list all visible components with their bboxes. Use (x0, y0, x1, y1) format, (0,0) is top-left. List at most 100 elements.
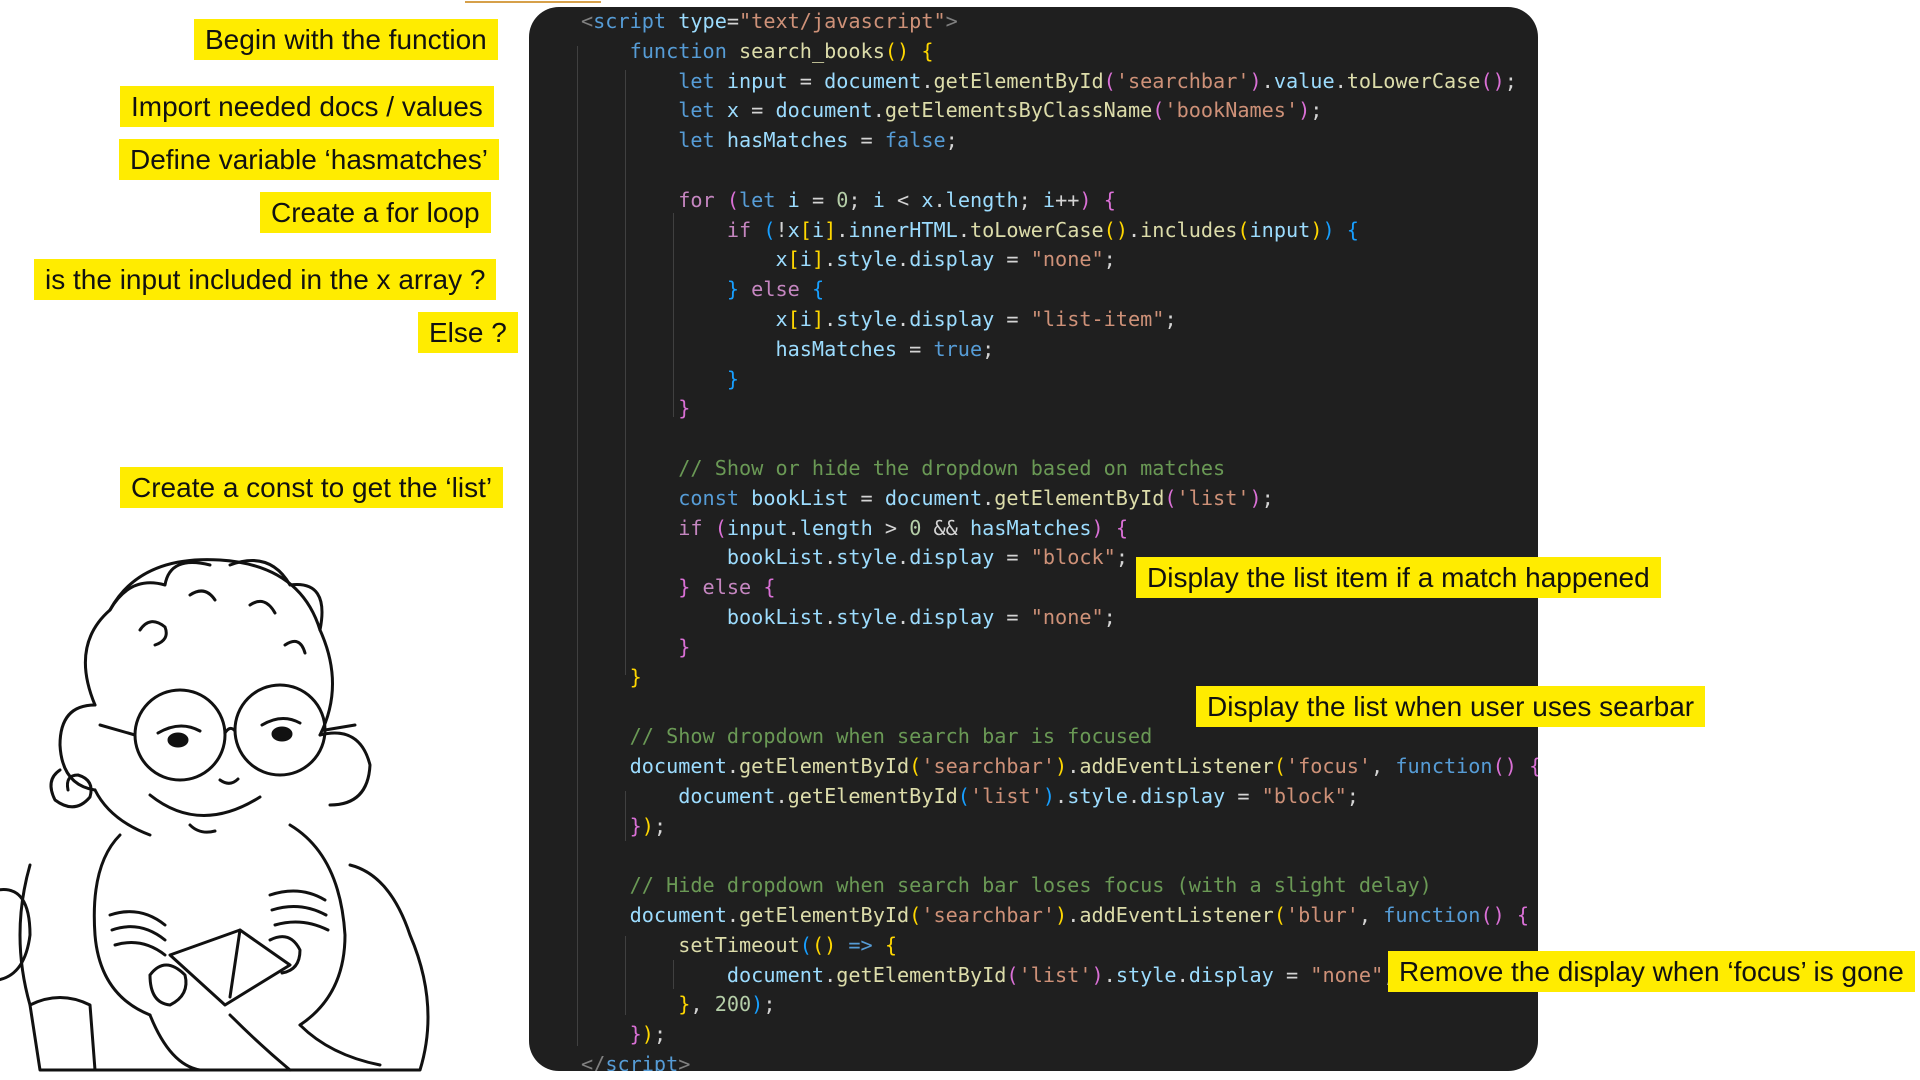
code-token: x (726, 98, 740, 123)
code-token: . (982, 485, 995, 510)
code-token: { (1115, 515, 1128, 540)
code-line: <script type="text/javascript"> (581, 7, 958, 36)
code-token: "block" (1030, 545, 1116, 570)
code-token: // Show dropdown when search bar is focu… (629, 724, 1153, 749)
code-token: false (884, 128, 946, 153)
code-line: } else { (581, 573, 775, 602)
code-token: display (909, 247, 995, 272)
code-line: x[i].style.display = "none"; (581, 245, 1115, 274)
code-token: . (726, 754, 740, 778)
code-token: document (884, 485, 983, 510)
code-token: ; (1164, 307, 1177, 331)
code-token: else (702, 575, 752, 600)
code-token: toLowerCase (1346, 68, 1481, 93)
code-token: ( (957, 783, 970, 808)
code-token: ) (1249, 485, 1262, 510)
code-token: getElementById (739, 903, 910, 927)
code-token: getElementById (836, 962, 1007, 987)
code-token: search_books (739, 38, 885, 63)
code-token: length (799, 515, 873, 540)
code-token: () (1103, 217, 1128, 242)
code-token: ; (1115, 545, 1128, 570)
code-token: . (1127, 217, 1141, 242)
code-token: document (726, 962, 825, 987)
code-token: "block" (1261, 783, 1347, 808)
code-token: length (945, 187, 1019, 212)
annotation-define-hasmatches: Define variable ‘hasmatches’ (119, 139, 499, 180)
code-line: }); (581, 812, 666, 841)
code-token: . (1176, 962, 1189, 987)
code-token: ) (1298, 98, 1311, 123)
code-token: includes (1140, 217, 1238, 242)
code-line: }, 200); (581, 990, 775, 1019)
code-token: let (678, 68, 715, 93)
code-token: value (1273, 68, 1335, 93)
code-token: "none" (1030, 247, 1104, 272)
code-token: ) (1310, 217, 1323, 242)
code-token: style (1115, 962, 1177, 987)
code-token: . (1067, 754, 1080, 778)
code-token: 'searchbar' (921, 903, 1056, 927)
code-token: } (678, 575, 691, 600)
code-token: ; (1346, 783, 1359, 808)
code-token: () (1492, 754, 1517, 778)
code-token: display (1188, 962, 1274, 987)
code-token: "none" (1030, 605, 1104, 629)
code-token: 'list' (1176, 485, 1250, 510)
code-token: input (726, 515, 788, 540)
code-token: , (1358, 903, 1384, 927)
code-line: bookList.style.display = "none"; (581, 603, 1116, 632)
code-line: bookList.style.display = "block"; (581, 543, 1128, 572)
code-token: . (836, 217, 849, 242)
code-token: . (897, 605, 910, 629)
code-token: , (690, 992, 715, 1017)
code-token: = (994, 545, 1031, 570)
code-token: style (836, 307, 898, 331)
code-line: } (581, 663, 642, 692)
code-token: addEventListener (1079, 754, 1274, 778)
code-token: ; (653, 813, 667, 838)
code-token: . (787, 515, 800, 540)
code-token: ( (1103, 68, 1116, 93)
annotation-input-included: is the input included in the x array ? (34, 259, 497, 300)
top-accent-line (465, 1, 601, 3)
code-token: () (1480, 903, 1505, 927)
code-token: input (726, 68, 788, 93)
code-token: const (678, 485, 740, 510)
code-token: x (775, 307, 788, 331)
code-token: { (763, 575, 776, 600)
code-token: let (739, 187, 776, 212)
code-editor-panel: <script type="text/javascript"> function… (529, 7, 1538, 1071)
code-token: { (921, 38, 934, 63)
code-line: } else { (581, 275, 824, 304)
code-token: document (629, 754, 727, 778)
code-token: , (1371, 754, 1396, 778)
code-token: = (739, 98, 776, 123)
code-line: if (!x[i].innerHTML.toLowerCase().includ… (581, 216, 1359, 245)
code-token: script (593, 9, 667, 33)
code-token: document (824, 68, 922, 93)
code-token: = (1225, 783, 1262, 808)
code-token: x (921, 187, 934, 212)
code-token: } (678, 992, 691, 1017)
code-token: } (678, 396, 691, 421)
code-token: ( (1237, 217, 1250, 242)
code-token: bookList (751, 485, 849, 510)
code-line: }); (581, 1020, 666, 1049)
code-token: let (678, 98, 715, 123)
